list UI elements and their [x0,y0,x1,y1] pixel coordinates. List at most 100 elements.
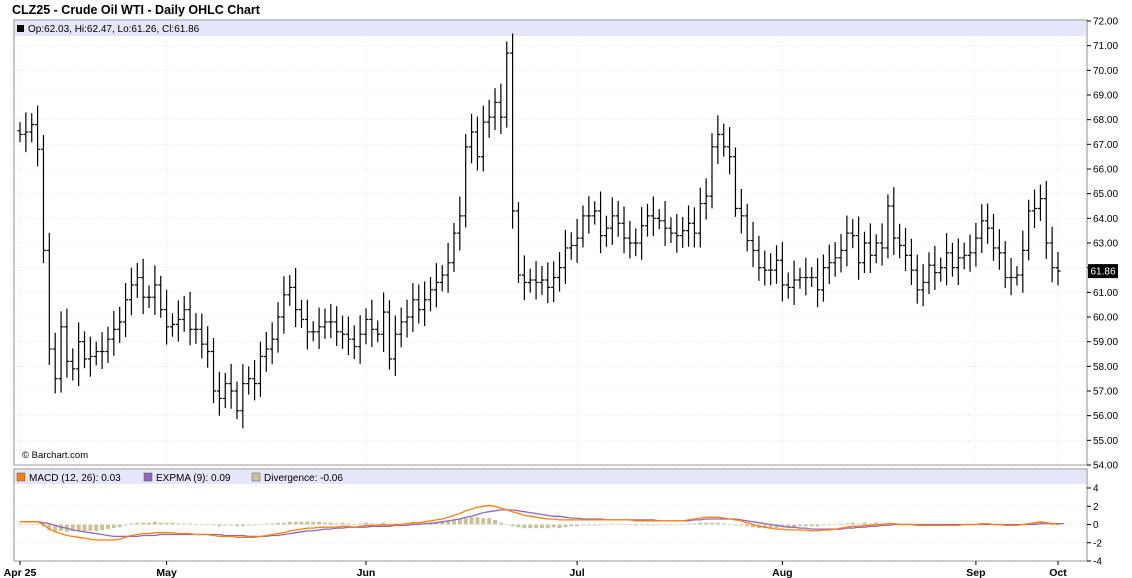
divergence-bar [745,524,750,527]
divergence-bar [217,524,222,527]
price-y-tick-label: 56.00 [1093,411,1118,422]
divergence-bar [522,524,527,529]
price-y-axis: 72.00 71.00 70.00 69.00 68.00 67.00 66.00 65.00… [1087,17,1118,472]
divergence-bar [850,522,855,525]
divergence-bar [23,524,28,526]
divergence-bar [645,524,650,526]
divergence-bar [334,523,339,525]
divergence-bar [82,524,87,531]
divergence-bar [223,524,228,526]
divergence-bar [827,524,832,526]
macd-y-tick-label: -4 [1093,557,1102,568]
divergence-bar [604,524,609,526]
divergence-bar [663,524,668,526]
divergence-bar [387,523,392,525]
divergence-bar [710,522,714,525]
x-tick-label: Oct [1049,567,1067,578]
divergence-bar [322,522,327,525]
divergence-bar [264,523,269,525]
divergence-bar [352,524,357,526]
price-y-tick-label: 65.00 [1093,189,1118,200]
divergence-bar [475,517,480,525]
divergence-bar [1050,524,1055,526]
divergence-bar [580,524,585,526]
last-price-label: 61.86 [1090,267,1115,278]
divergence-bar [733,524,738,526]
divergence-bar [147,522,152,525]
price-y-tick-label: 68.00 [1093,115,1118,126]
divergence-bar [868,523,873,525]
divergence-bar [833,524,838,526]
x-tick-label: Aug [772,567,792,578]
divergence-bar [639,524,644,526]
divergence-legend-swatch [251,472,261,482]
divergence-bar [493,519,498,525]
divergence-bar [715,522,720,525]
divergence-bar [35,524,40,526]
divergence-bar [246,524,251,526]
divergence-bar [633,524,638,526]
x-tick-label: May [156,567,177,578]
divergence-bar [721,523,726,525]
divergence-bar [158,522,163,525]
divergence-bar [328,522,333,525]
price-y-tick-label: 54.00 [1093,461,1118,472]
divergence-bar [141,522,146,525]
barchart-watermark: © Barchart.com [22,450,88,461]
divergence-bar [305,521,310,525]
price-y-tick-label: 63.00 [1093,239,1118,250]
price-y-tick-label: 70.00 [1093,66,1118,77]
divergence-bar [135,522,140,525]
price-y-tick-label: 72.00 [1093,17,1118,28]
divergence-bar [704,522,709,525]
divergence-bar [510,524,515,527]
divergence-bar [229,524,234,526]
divergence-bar [674,524,679,526]
price-y-tick-label: 58.00 [1093,362,1118,373]
divergence-bar [557,524,562,529]
x-tick-label: Sep [966,567,985,578]
divergence-bar [311,521,316,525]
macd-y-tick-label: 0 [1093,520,1099,531]
divergence-bar [809,524,814,527]
divergence-bar [193,524,198,526]
x-tick-label: Apr 25 [4,567,37,578]
macd-y-tick-label: 4 [1093,484,1099,495]
divergence-bar [76,524,81,531]
divergence-bar [182,523,187,525]
divergence-bar [88,524,93,531]
price-y-tick-label: 57.00 [1093,387,1118,398]
divergence-bar [563,524,568,528]
divergence-bar [105,524,110,530]
divergence-bar [369,523,374,525]
price-panel [13,19,1088,466]
x-axis: Apr 25 May Jun Jul Aug Sep Oct [4,561,1067,578]
divergence-bar [234,524,239,527]
divergence-bar [680,524,685,526]
divergence-bar [862,522,867,525]
divergence-bar [622,524,627,526]
divergence-bar [651,524,656,526]
divergence-bar [821,524,826,526]
divergence-bar [551,524,556,528]
divergence-bar [469,517,474,525]
divergence-bar [170,522,175,525]
divergence-bar [610,524,615,526]
divergence-bar [276,522,281,525]
divergence-bar [616,524,621,526]
divergence-bar [727,524,732,526]
divergence-bar [844,523,849,525]
divergence-bar [739,524,744,526]
price-y-tick-label: 60.00 [1093,313,1118,324]
divergence-bar [299,521,304,525]
divergence-bar [317,521,322,525]
divergence-bar [498,522,503,525]
price-y-tick-label: 67.00 [1093,140,1118,151]
divergence-bar [686,523,691,525]
divergence-bar [803,524,808,527]
divergence-bar [839,523,844,525]
divergence-bar [592,524,597,526]
divergence-bar [627,524,632,526]
divergence-bar [504,524,509,526]
divergence-bar [481,518,486,525]
